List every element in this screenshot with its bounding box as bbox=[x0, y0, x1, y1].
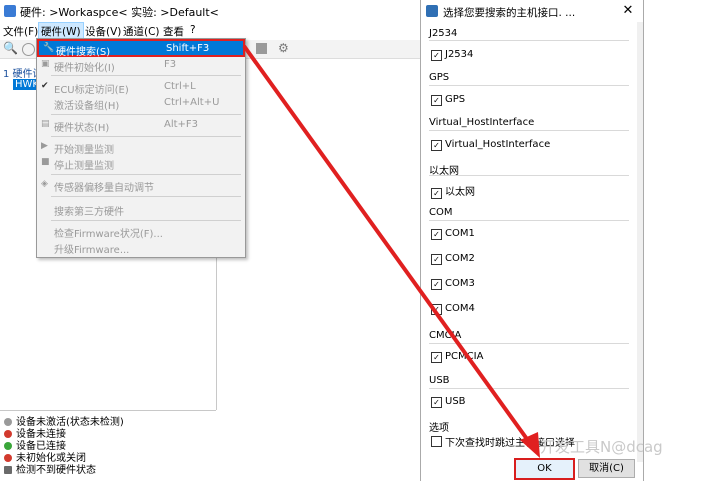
arrow-line bbox=[242, 44, 534, 448]
annotation-arrow bbox=[242, 44, 540, 458]
